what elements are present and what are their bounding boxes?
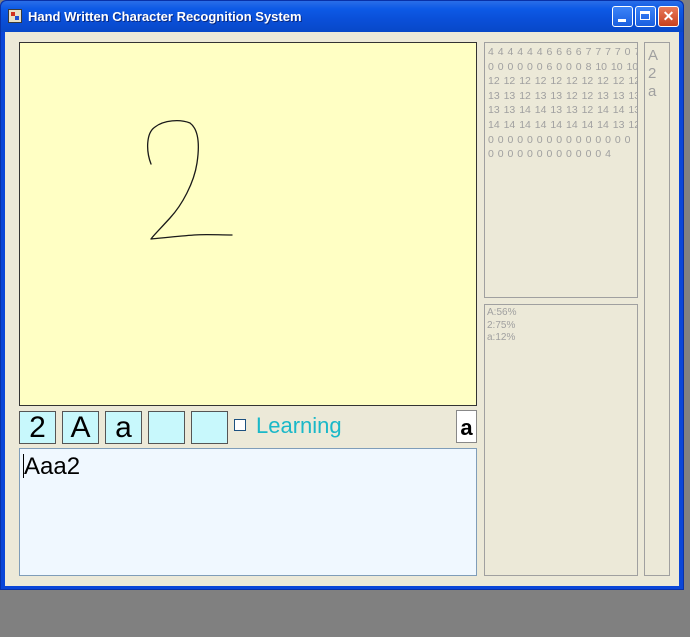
- recognized-char-box-1[interactable]: 2: [19, 411, 56, 444]
- result-char-box: a: [456, 410, 477, 443]
- close-button[interactable]: ✕: [658, 6, 679, 27]
- percentage-line: 2:75%: [487, 319, 516, 331]
- close-icon: ✕: [662, 8, 675, 24]
- candidate-chars-panel: A 2 a: [644, 42, 670, 576]
- feature-line: 0 0 0 0 0 0 6 0 0 0 8 10 10 10: [488, 60, 638, 73]
- minimize-button[interactable]: [612, 6, 633, 27]
- app-icon[interactable]: [8, 9, 22, 23]
- window-title: Hand Written Character Recognition Syste…: [28, 9, 302, 24]
- feature-line: 13 13 14 14 13 13 12 14 14 13 12: [488, 104, 637, 117]
- feature-line: 4 4 4 4 4 4 6 6 6 6 7 7 7 7 0 7: [488, 46, 638, 58]
- feature-line: 0 0 0 0 0 0 0 0 0 0 0 0 0 0 0: [488, 133, 631, 146]
- recognized-char-box-5[interactable]: [191, 411, 228, 444]
- recognized-char-box-3[interactable]: a: [105, 411, 142, 444]
- output-text: Aaa2: [24, 453, 81, 480]
- feature-vector-panel: 4 4 4 4 4 4 6 6 6 6 7 7 7 7 0 7 0 0 0 0 …: [484, 42, 638, 298]
- percentage-line: a:12%: [487, 332, 516, 343]
- maximize-button[interactable]: [635, 6, 656, 27]
- output-textarea[interactable]: Aaa2: [19, 448, 477, 576]
- title-bar[interactable]: Hand Written Character Recognition Syste…: [1, 1, 683, 32]
- minimize-icon: [618, 19, 626, 22]
- candidate-char: a: [648, 83, 657, 100]
- candidate-char: A: [648, 47, 659, 64]
- drawing-canvas[interactable]: [19, 42, 477, 406]
- candidate-char: 2: [648, 65, 657, 82]
- desktop-background: [0, 590, 690, 637]
- learning-checkbox[interactable]: [234, 419, 246, 431]
- feature-line: 0 0 0 0 0 0 0 0 0 0 0 0 4: [488, 148, 611, 161]
- main-window: Hand Written Character Recognition Syste…: [0, 0, 684, 590]
- feature-line: 12 12 12 12 12 12 12 12 12 12 13: [488, 75, 637, 88]
- client-area: 2 A a Learning a Aaa2 4 4 4 4 4 4 6 6 6 …: [5, 32, 679, 586]
- feature-line: 14 14 14 14 14 14 14 14 13 12 12: [488, 118, 637, 131]
- learning-label[interactable]: Learning: [256, 413, 342, 439]
- feature-line: 13 13 12 13 13 12 12 13 13 13 13: [488, 89, 637, 102]
- percentage-line: A:56%: [487, 307, 517, 318]
- handwritten-stroke: [147, 120, 233, 240]
- match-percentage-panel: A:56% 2:75% a:12%: [484, 304, 638, 576]
- maximize-icon: [640, 11, 650, 20]
- recognized-char-box-4[interactable]: [148, 411, 185, 444]
- recognized-char-box-2[interactable]: A: [62, 411, 99, 444]
